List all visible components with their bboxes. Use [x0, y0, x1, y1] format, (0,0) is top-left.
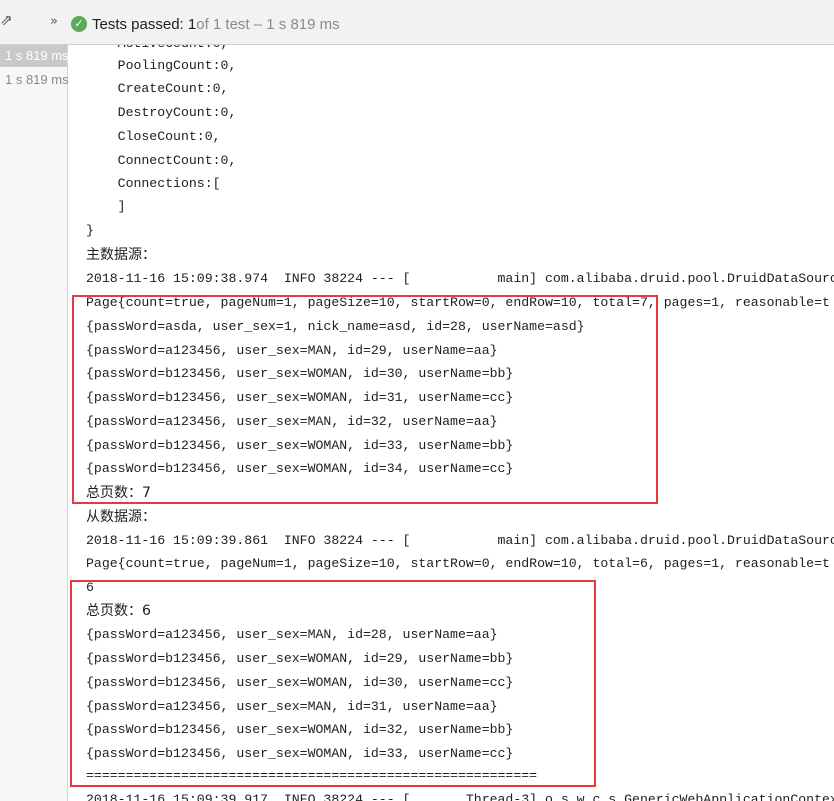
console-line: PoolingCount:0,	[86, 58, 237, 73]
highlight-box-secondary	[70, 580, 596, 787]
console-line: 2018-11-16 15:09:38.974 INFO 38224 --- […	[86, 271, 834, 286]
status-summary-label: of 1 test – 1 s 819 ms	[196, 15, 340, 33]
test-duration-label: 1 s 819 ms	[5, 48, 69, 63]
console-line: 主数据源：	[86, 247, 156, 263]
console-line: ]	[86, 199, 126, 214]
console-output[interactable]: ActiveCount:0, PoolingCount:0, CreateCou…	[68, 45, 834, 801]
console-line: ActiveCount:0,	[86, 45, 229, 53]
test-status: ✓ Tests passed: 1 of 1 test – 1 s 819 ms	[71, 14, 340, 34]
test-toolbar: ⇗ » ✓ Tests passed: 1 of 1 test – 1 s 81…	[0, 0, 834, 45]
console-line: CreateCount:0,	[86, 81, 229, 96]
console-line: Page{count=true, pageNum=1, pageSize=10,…	[86, 556, 830, 571]
console-line: 2018-11-16 15:09:39.861 INFO 38224 --- […	[86, 533, 834, 548]
console-line: 2018-11-16 15:09:39.917 INFO 38224 --- […	[86, 792, 834, 801]
chevron-double-right-icon[interactable]: »	[50, 14, 58, 29]
console-line: CloseCount:0,	[86, 129, 221, 144]
console-line: Connections:[	[86, 176, 221, 191]
console-line: DestroyCount:0,	[86, 105, 237, 120]
highlight-box-primary	[72, 295, 658, 504]
test-tree-panel: 1 s 819 ms 1 s 819 ms	[0, 45, 69, 801]
test-tree-item-selected[interactable]: 1 s 819 ms	[0, 45, 69, 67]
console-line: 从数据源：	[86, 509, 156, 525]
check-circle-icon: ✓	[71, 16, 87, 32]
export-icon[interactable]: ⇗	[0, 12, 14, 30]
test-duration-label: 1 s 819 ms	[5, 72, 69, 87]
test-tree-item[interactable]: 1 s 819 ms	[0, 69, 69, 91]
status-passed-label: Tests passed: 1	[92, 15, 197, 33]
console-line: }	[86, 223, 94, 238]
console-line: ConnectCount:0,	[86, 153, 237, 168]
